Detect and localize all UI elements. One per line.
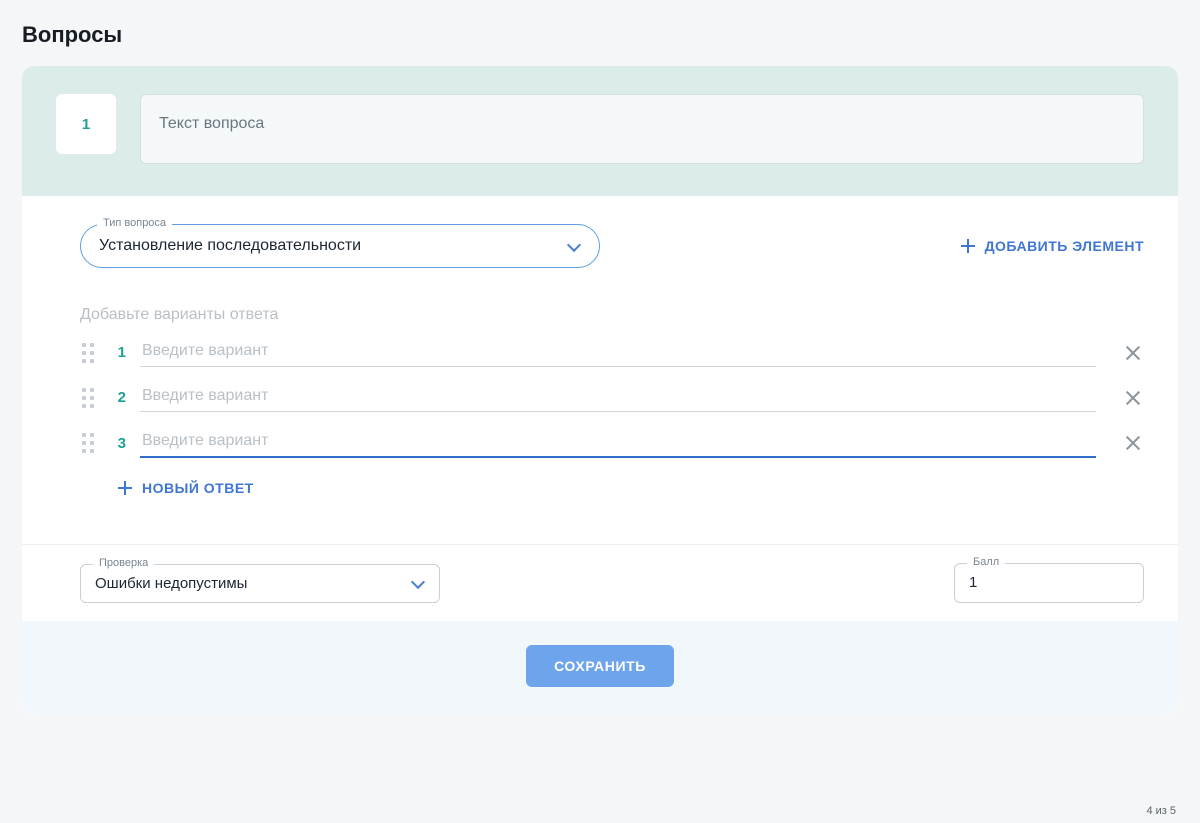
- question-number-badge: 1: [56, 94, 116, 154]
- question-text-input[interactable]: Текст вопроса: [140, 94, 1144, 164]
- remove-variant-icon[interactable]: [1122, 387, 1144, 409]
- save-strip: СОХРАНИТЬ: [22, 621, 1178, 715]
- question-card: 1 Текст вопроса Тип вопроса Установление…: [22, 66, 1178, 715]
- drag-handle-icon[interactable]: [82, 433, 96, 453]
- chevron-down-icon: [567, 239, 581, 253]
- score-label: Балл: [967, 556, 1005, 568]
- add-element-button[interactable]: ДОБАВИТЬ ЭЛЕМЕНТ: [961, 238, 1144, 254]
- question-header: 1 Текст вопроса: [22, 66, 1178, 196]
- question-type-label: Тип вопроса: [97, 217, 172, 229]
- check-value: Ошибки недопустимы: [95, 575, 247, 592]
- plus-icon: [961, 239, 975, 253]
- check-select[interactable]: Проверка Ошибки недопустимы: [80, 564, 440, 603]
- variant-row: 1: [80, 330, 1144, 375]
- drag-handle-icon[interactable]: [82, 388, 96, 408]
- variant-input[interactable]: [140, 428, 1096, 458]
- page-title: Вопросы: [22, 22, 1178, 48]
- check-label: Проверка: [93, 557, 154, 569]
- question-type-select[interactable]: Тип вопроса Установление последовательно…: [80, 224, 600, 268]
- new-answer-button[interactable]: НОВЫЙ ОТВЕТ: [118, 480, 254, 496]
- page-counter: 4 из 5: [1146, 805, 1176, 817]
- add-element-label: ДОБАВИТЬ ЭЛЕМЕНТ: [985, 238, 1144, 254]
- plus-icon: [118, 481, 132, 495]
- save-button[interactable]: СОХРАНИТЬ: [526, 645, 674, 687]
- chevron-down-icon: [411, 576, 425, 590]
- variant-input[interactable]: [140, 383, 1096, 412]
- variants-hint: Добавьте варианты ответа: [80, 306, 1144, 324]
- remove-variant-icon[interactable]: [1122, 432, 1144, 454]
- remove-variant-icon[interactable]: [1122, 342, 1144, 364]
- score-input[interactable]: [969, 574, 1129, 591]
- question-type-value: Установление последовательности: [99, 237, 361, 255]
- variant-input[interactable]: [140, 338, 1096, 367]
- variant-number: 2: [110, 389, 126, 406]
- variant-number: 3: [110, 435, 126, 452]
- drag-handle-icon[interactable]: [82, 343, 96, 363]
- variant-row: 3: [80, 420, 1144, 466]
- variant-number: 1: [110, 344, 126, 361]
- new-answer-label: НОВЫЙ ОТВЕТ: [142, 480, 254, 496]
- variant-row: 2: [80, 375, 1144, 420]
- score-field[interactable]: Балл: [954, 563, 1144, 603]
